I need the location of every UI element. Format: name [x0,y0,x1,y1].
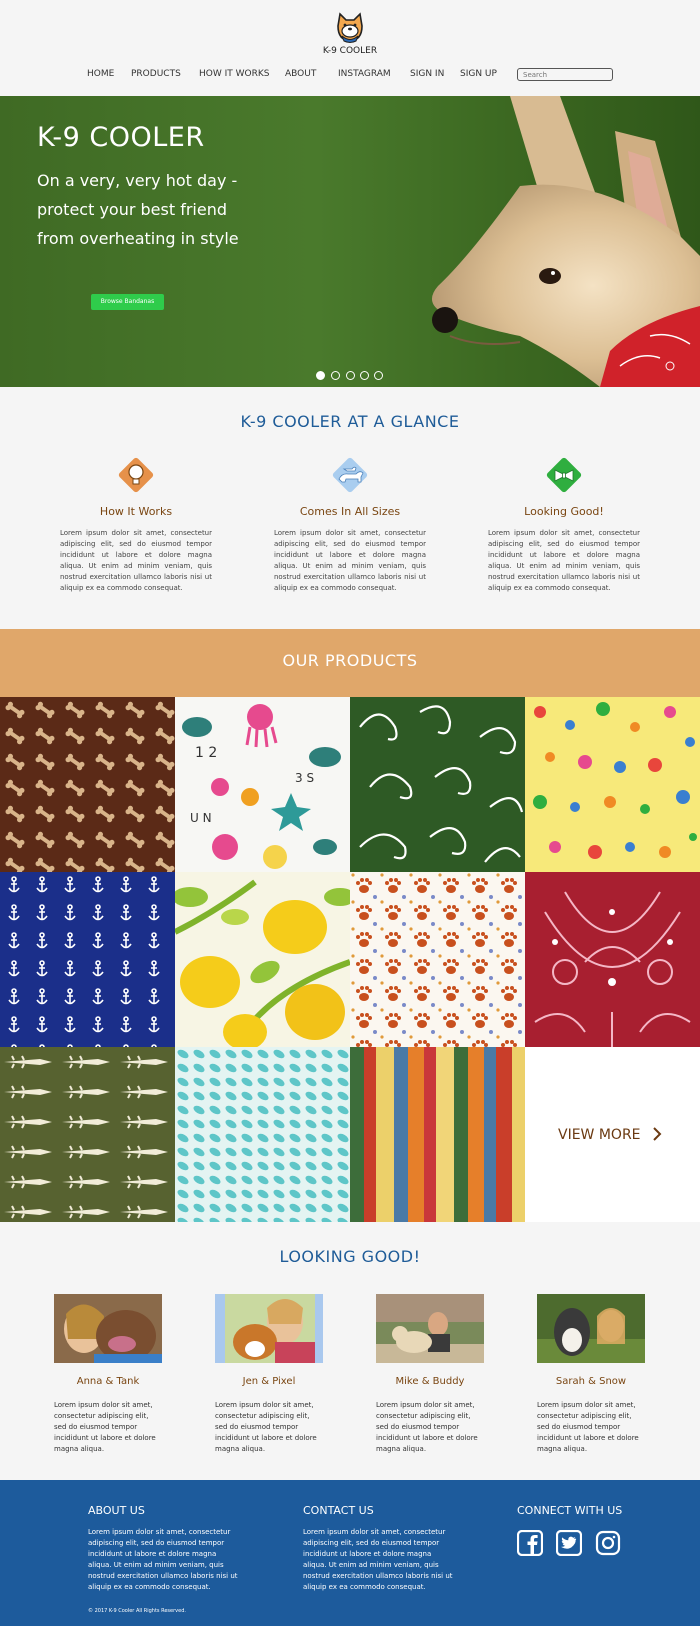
about-text: Lorem ipsum dolor sit amet, consectetur … [88,1528,238,1591]
glance-section: K-9 COOLER AT A GLANCE How It Works Lore… [0,387,700,629]
product-navy-anchors[interactable] [0,872,175,1047]
testimonial-photo [215,1294,323,1363]
facebook-icon[interactable] [516,1529,544,1557]
copyright: © 2017 K-9 Cooler All Rights Reserved. [88,1608,186,1614]
feature-all-sizes: Comes In All Sizes Lorem ipsum dolor sit… [274,455,426,594]
svg-text:U N: U N [190,811,212,825]
hero-banner: K-9 COOLER On a very, very hot day - pro… [0,96,700,387]
hero-title: K-9 COOLER [37,122,205,153]
product-lemons[interactable] [175,872,350,1047]
site-header: K-9 COOLER HOME PRODUCTS HOW IT WORKS AB… [0,0,700,96]
view-more-products[interactable]: VIEW MORE [525,1047,700,1222]
brand-name: K-9 COOLER [322,46,378,56]
feature-looking-good: Looking Good! Lorem ipsum dolor sit amet… [488,455,640,594]
svg-text:1 2: 1 2 [195,745,217,761]
nav-how-it-works[interactable]: HOW IT WORKS [199,69,269,79]
testimonial-card: Anna & Tank Lorem ipsum dolor sit amet, … [54,1294,162,1455]
testimonial-name: Anna & Tank [76,1376,140,1387]
contact-heading: CONTACT US [303,1504,374,1517]
carousel-dot-3[interactable] [346,371,355,380]
product-paw-prints[interactable] [350,872,525,1047]
dog-logo-icon [332,10,368,44]
product-sea-creatures[interactable]: 1 2 3 S U N [175,697,350,872]
product-teal-leaves[interactable] [175,1047,350,1222]
lightbulb-icon [116,455,156,495]
testimonial-card: Mike & Buddy Lorem ipsum dolor sit amet,… [376,1294,484,1455]
testimonial-name: Mike & Buddy [395,1376,465,1387]
products-title: OUR PRODUCTS [282,651,418,670]
svg-text:3 S: 3 S [295,771,314,785]
product-polka-dots[interactable] [525,697,700,872]
feature-text: Lorem ipsum dolor sit amet, consectetur … [488,529,640,592]
feature-title: Looking Good! [524,505,604,518]
testimonial-text: Lorem ipsum dolor sit amet, consectetur … [54,1401,156,1453]
contact-text: Lorem ipsum dolor sit amet, consectetur … [303,1528,453,1591]
nav-about[interactable]: ABOUT [285,69,316,79]
nav-home[interactable]: HOME [87,69,114,79]
carousel-dot-1[interactable] [316,371,325,380]
nav-products[interactable]: PRODUCTS [131,69,181,79]
twitter-icon[interactable] [555,1529,583,1557]
site-logo[interactable]: K-9 COOLER [320,10,380,56]
testimonial-text: Lorem ipsum dolor sit amet, consectetur … [215,1401,317,1453]
hero-tagline: On a very, very hot day - protect your b… [37,171,239,248]
product-vertical-stripes[interactable] [350,1047,525,1222]
carousel-dot-2[interactable] [331,371,340,380]
product-green-swirls[interactable] [350,697,525,872]
browse-bandanas-button[interactable]: Browse Bandanas [91,294,164,310]
feature-title: How It Works [99,505,173,518]
testimonial-card: Jen & Pixel Lorem ipsum dolor sit amet, … [215,1294,323,1455]
testimonial-text: Lorem ipsum dolor sit amet, consectetur … [537,1401,639,1453]
nav-instagram[interactable]: INSTAGRAM [338,69,391,79]
products-header: OUR PRODUCTS [0,629,700,697]
about-heading: ABOUT US [88,1504,145,1517]
search-input[interactable] [517,68,613,81]
bowtie-icon [544,455,584,495]
product-red-paisley[interactable] [525,872,700,1047]
connect-heading: CONNECT WITH US [517,1504,623,1517]
product-dog-bones[interactable] [0,697,175,872]
looking-good-section: LOOKING GOOD! Anna & Tank Lorem ipsum do… [0,1222,700,1480]
testimonial-text: Lorem ipsum dolor sit amet, consectetur … [376,1401,478,1453]
testimonial-photo [54,1294,162,1363]
glance-title: K-9 COOLER AT A GLANCE [240,412,460,431]
testimonial-name: Sarah & Snow [555,1376,627,1387]
looking-good-title: LOOKING GOOD! [279,1247,421,1266]
testimonial-photo [376,1294,484,1363]
carousel-dot-4[interactable] [360,371,369,380]
testimonial-photo [537,1294,645,1363]
carousel-dot-5[interactable] [374,371,383,380]
chevron-right-icon [651,1126,663,1146]
feature-how-it-works: How It Works Lorem ipsum dolor sit amet,… [60,455,212,594]
testimonial-name: Jen & Pixel [242,1376,296,1387]
feature-text: Lorem ipsum dolor sit amet, consectetur … [60,529,212,592]
product-alligators[interactable] [0,1047,175,1222]
instagram-icon[interactable] [595,1530,621,1556]
feature-text: Lorem ipsum dolor sit amet, consectetur … [274,529,426,592]
nav-sign-up[interactable]: SIGN UP [460,69,497,79]
dog-sizes-icon [330,455,370,495]
testimonial-card: Sarah & Snow Lorem ipsum dolor sit amet,… [537,1294,645,1455]
site-footer: ABOUT US Lorem ipsum dolor sit amet, con… [0,1480,700,1626]
view-more-label: VIEW MORE [558,1127,641,1143]
nav-sign-in[interactable]: SIGN IN [410,69,444,79]
feature-title: Comes In All Sizes [299,505,401,518]
